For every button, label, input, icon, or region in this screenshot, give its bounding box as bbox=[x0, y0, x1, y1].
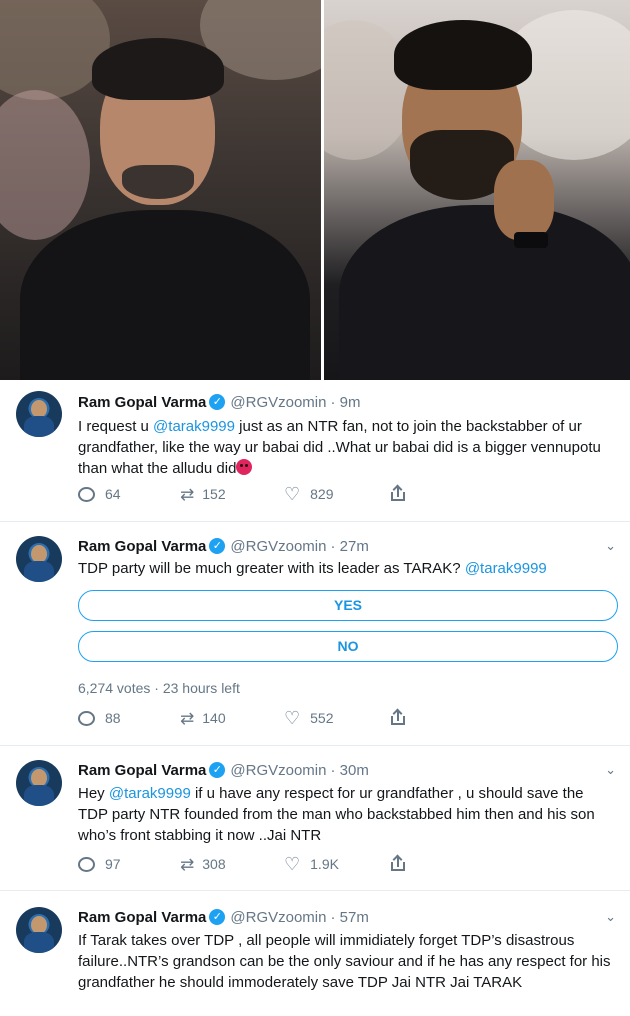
like-count: 552 bbox=[310, 710, 334, 726]
author-name[interactable]: Ram Gopal Varma bbox=[78, 909, 206, 926]
reply-button[interactable]: 88 bbox=[78, 710, 180, 726]
like-count: 1.9K bbox=[310, 856, 339, 872]
tweet-actions: 88 ⇄ 140 ♡ 552 bbox=[78, 708, 406, 728]
share-icon bbox=[390, 708, 406, 727]
author-handle[interactable]: @RGVzoomin bbox=[230, 394, 326, 411]
tweet-time[interactable]: · 27m bbox=[330, 538, 368, 555]
share-button[interactable] bbox=[390, 708, 406, 727]
tweet-time[interactable]: · 9m bbox=[330, 394, 360, 411]
retweet-icon: ⇄ bbox=[180, 484, 194, 504]
tweet[interactable]: ⌄ Ram Gopal Varma ✓ @RGVzoomin · 27m TDP… bbox=[0, 522, 630, 746]
like-button[interactable]: ♡ 829 bbox=[284, 485, 390, 503]
verified-badge-icon: ✓ bbox=[209, 909, 226, 925]
like-button[interactable]: ♡ 1.9K bbox=[284, 855, 390, 873]
avatar[interactable] bbox=[16, 760, 62, 806]
retweet-button[interactable]: ⇄ 152 bbox=[180, 486, 284, 503]
tweet-text: I request u @tarak9999 just as an NTR fa… bbox=[78, 416, 616, 479]
heart-icon: ♡ bbox=[284, 708, 301, 728]
mention-link[interactable]: @tarak9999 bbox=[465, 560, 547, 577]
reply-count: 88 bbox=[105, 710, 121, 726]
reply-button[interactable]: 97 bbox=[78, 856, 180, 872]
retweet-button[interactable]: ⇄ 140 bbox=[180, 710, 284, 727]
tweet-header: Ram Gopal Varma ✓ @RGVzoomin · 27m bbox=[78, 536, 616, 556]
header-photo-collage bbox=[0, 0, 630, 380]
tweet-text-part: I request u bbox=[78, 418, 154, 435]
tweet-text-part: TDP party will be much greater with its … bbox=[78, 560, 465, 577]
tweet[interactable]: ⌄ Ram Gopal Varma ✓ @RGVzoomin · 30m Hey… bbox=[0, 746, 630, 891]
chevron-down-icon[interactable]: ⌄ bbox=[605, 909, 616, 925]
retweet-button[interactable]: ⇄ 308 bbox=[180, 856, 284, 873]
tweet[interactable]: ⌄ Ram Gopal Varma ✓ @RGVzoomin · 57m If … bbox=[0, 891, 630, 1016]
poll-option-yes[interactable]: YES bbox=[78, 590, 618, 621]
author-name[interactable]: Ram Gopal Varma bbox=[78, 762, 206, 779]
tweet-actions: 64 ⇄ 152 ♡ 829 bbox=[78, 484, 406, 504]
avatar[interactable] bbox=[16, 536, 62, 582]
angry-face-emoji bbox=[236, 459, 253, 475]
share-button[interactable] bbox=[390, 484, 406, 503]
share-button[interactable] bbox=[390, 854, 406, 873]
reply-icon bbox=[78, 486, 95, 502]
share-icon bbox=[390, 854, 406, 873]
tweet-header: Ram Gopal Varma ✓ @RGVzoomin · 30m bbox=[78, 760, 616, 780]
retweet-count: 140 bbox=[202, 710, 226, 726]
retweet-icon: ⇄ bbox=[180, 854, 194, 874]
verified-badge-icon: ✓ bbox=[209, 394, 226, 410]
tweet[interactable]: Ram Gopal Varma ✓ @RGVzoomin · 9m I requ… bbox=[0, 380, 630, 522]
tweet-header: Ram Gopal Varma ✓ @RGVzoomin · 57m bbox=[78, 907, 616, 927]
share-icon bbox=[390, 484, 406, 503]
poll-option-no[interactable]: NO bbox=[78, 631, 618, 662]
chevron-down-icon[interactable]: ⌄ bbox=[605, 762, 616, 778]
tweet-actions: 97 ⇄ 308 ♡ 1.9K bbox=[78, 854, 406, 874]
reply-count: 97 bbox=[105, 856, 121, 872]
retweet-icon: ⇄ bbox=[180, 708, 194, 728]
tweet-text: TDP party will be much greater with its … bbox=[78, 558, 616, 579]
author-handle[interactable]: @RGVzoomin bbox=[230, 909, 326, 926]
photo-left bbox=[0, 0, 322, 380]
reply-icon bbox=[78, 710, 95, 726]
mention-link[interactable]: @tarak9999 bbox=[109, 785, 191, 802]
reply-count: 64 bbox=[105, 486, 121, 502]
verified-badge-icon: ✓ bbox=[209, 538, 226, 554]
retweet-count: 308 bbox=[202, 856, 226, 872]
like-count: 829 bbox=[310, 486, 334, 502]
author-handle[interactable]: @RGVzoomin bbox=[230, 762, 326, 779]
reply-icon bbox=[78, 856, 95, 872]
heart-icon: ♡ bbox=[284, 854, 301, 874]
avatar[interactable] bbox=[16, 907, 62, 953]
retweet-count: 152 bbox=[202, 486, 226, 502]
reply-button[interactable]: 64 bbox=[78, 486, 180, 502]
verified-badge-icon: ✓ bbox=[209, 762, 226, 778]
poll-meta: 6,274 votes · 23 hours left bbox=[78, 680, 240, 696]
author-name[interactable]: Ram Gopal Varma bbox=[78, 394, 206, 411]
photo-right bbox=[324, 0, 630, 380]
tweet-text: Hey @tarak9999 if u have any respect for… bbox=[78, 783, 616, 846]
like-button[interactable]: ♡ 552 bbox=[284, 709, 390, 727]
author-name[interactable]: Ram Gopal Varma bbox=[78, 538, 206, 555]
chevron-down-icon[interactable]: ⌄ bbox=[605, 538, 616, 554]
tweet-text-part: Hey bbox=[78, 785, 109, 802]
mention-link[interactable]: @tarak9999 bbox=[153, 418, 235, 435]
tweet-time[interactable]: · 57m bbox=[330, 909, 368, 926]
avatar[interactable] bbox=[16, 391, 62, 437]
author-handle[interactable]: @RGVzoomin bbox=[230, 538, 326, 555]
tweet-header: Ram Gopal Varma ✓ @RGVzoomin · 9m bbox=[78, 392, 616, 412]
tweet-time[interactable]: · 30m bbox=[330, 762, 368, 779]
tweet-text: If Tarak takes over TDP , all people wil… bbox=[78, 932, 611, 991]
heart-icon: ♡ bbox=[284, 484, 301, 504]
